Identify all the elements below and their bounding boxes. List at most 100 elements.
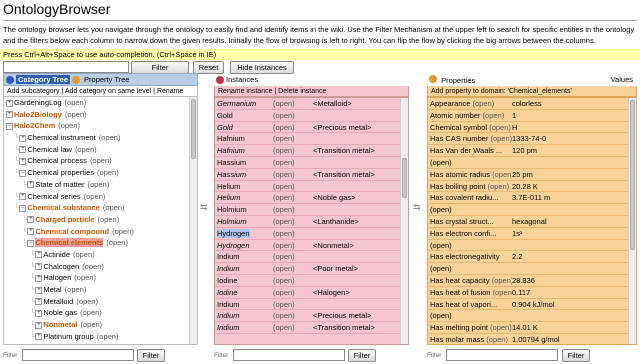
tree-item[interactable]: └ − Chemical properties (open) <box>4 167 197 179</box>
expand-icon[interactable]: + <box>27 228 35 236</box>
expand-icon[interactable]: + <box>19 134 27 142</box>
instance-category-tag[interactable]: <Metalloid> <box>313 98 408 109</box>
tree-actions[interactable]: Add subcategory | Add category on same l… <box>3 86 198 97</box>
tree-item-label[interactable]: Chemical series <box>27 192 80 201</box>
tree-item-label[interactable]: Chemical compound <box>35 227 109 236</box>
instances-scrollbar[interactable] <box>400 98 408 344</box>
tree-item-open-link[interactable]: (open) <box>103 203 125 212</box>
instance-open-link[interactable]: (open) <box>273 310 313 321</box>
property-name-text[interactable]: (open) <box>430 241 452 250</box>
tree-item-open-link[interactable]: (open) <box>65 285 87 294</box>
property-name[interactable]: Has Van der Waals ... <box>428 145 512 156</box>
property-open-link[interactable]: (open) <box>489 123 511 132</box>
instance-name-text[interactable]: Iridium <box>217 311 240 320</box>
tree-item-open-link[interactable]: (open) <box>84 192 106 201</box>
instance-category-tag[interactable]: <Precious metal> <box>313 310 408 321</box>
property-name[interactable]: Has melting point (open) <box>428 322 512 333</box>
tree-item-label[interactable]: Halogen <box>43 273 71 282</box>
instances-scroll-thumb[interactable] <box>402 158 407 198</box>
instance-category-tag[interactable]: <Noble gas> <box>313 192 408 203</box>
tree-item[interactable]: └ + Actinide (open) <box>4 249 197 261</box>
tree-item-label[interactable]: Chemical elements <box>35 238 104 248</box>
property-name[interactable]: Has covalent radiu... <box>428 192 512 203</box>
expand-icon[interactable]: + <box>35 298 43 306</box>
instance-actions[interactable]: Rename instance | Delete instance <box>214 86 409 97</box>
instance-name[interactable]: Germanium <box>215 98 273 109</box>
property-name[interactable]: Chemical symbol (open) <box>428 122 512 133</box>
flip-flow-arrow-icon[interactable]: ⇆ <box>413 202 421 213</box>
instance-open-link[interactable]: (open) <box>273 251 313 262</box>
instance-name[interactable]: Indium <box>215 251 273 262</box>
tree-item-label[interactable]: Noble gas <box>43 308 77 317</box>
instance-name[interactable]: Hafnium <box>215 145 273 156</box>
instance-name[interactable]: Holmium <box>215 216 273 227</box>
tree-item[interactable]: └ + Chemical law (open) <box>4 144 197 156</box>
tree-item[interactable]: └ + Nonmetal (open) <box>4 319 197 331</box>
tree-item[interactable]: + Halo2Biology (open) <box>4 109 197 121</box>
instance-name[interactable]: Indium <box>215 263 273 274</box>
property-name[interactable]: Has atomic radius (open) <box>428 169 512 180</box>
expand-icon[interactable]: + <box>35 251 43 259</box>
instance-open-link[interactable]: (open) <box>273 240 313 251</box>
tree-item-label[interactable]: Halo2Biology <box>14 110 62 119</box>
instance-category-tag[interactable]: <Nonmetal> <box>313 240 408 251</box>
tree-item[interactable]: └ − Chemical substance (open) <box>4 202 197 214</box>
property-name-text[interactable]: Atomic number <box>430 111 480 120</box>
collapse-icon[interactable]: − <box>6 122 13 130</box>
instance-name[interactable]: Helium <box>215 181 273 192</box>
expand-icon[interactable]: + <box>19 157 27 165</box>
property-open-link[interactable]: (open) <box>490 323 512 332</box>
expand-icon[interactable]: + <box>35 286 43 294</box>
instance-name[interactable]: Iodine <box>215 275 273 286</box>
flip-flow-arrow-icon[interactable]: ⇆ <box>200 202 208 213</box>
instance-name-text[interactable]: Indium <box>217 264 240 273</box>
expand-icon[interactable]: + <box>19 146 27 154</box>
property-name-text[interactable]: Has electron confi... <box>430 229 496 238</box>
property-open-link[interactable]: (open) <box>493 288 512 297</box>
instance-category-tag[interactable]: <Transition metal> <box>313 169 408 180</box>
property-open-link[interactable]: (open) <box>488 182 510 191</box>
property-row[interactable]: Has boiling point (open) 20.28 K <box>428 181 636 193</box>
tree-item[interactable]: └ + Chemical series (open) <box>4 191 197 203</box>
tree-item-label[interactable]: Platinum group <box>43 332 93 341</box>
instance-row[interactable]: Gold (open) <Precious metal> <box>215 122 408 134</box>
instance-open-link[interactable]: (open) <box>273 216 313 227</box>
tree-item-open-link[interactable]: (open) <box>65 98 87 107</box>
property-name-text[interactable]: Has melting point <box>430 323 488 332</box>
property-name[interactable]: Has molar mass (open) <box>428 334 512 344</box>
instance-name-text[interactable]: Helium <box>217 182 240 191</box>
instance-name-text[interactable]: Hafnium <box>217 134 245 143</box>
instance-name-text[interactable]: Helium <box>217 193 240 202</box>
property-row[interactable]: Has heat capacity (open) 28.836 <box>428 275 636 287</box>
instance-name[interactable]: Iridium <box>215 299 273 310</box>
instance-name-text[interactable]: Holmium <box>217 217 247 226</box>
instance-name-text[interactable]: Hafnium <box>217 146 245 155</box>
instance-category-tag[interactable] <box>313 157 408 168</box>
instance-row[interactable]: Holmium (open) <box>215 204 408 216</box>
property-actions[interactable]: Add property to domain: 'Chemical_elemen… <box>427 86 637 97</box>
instance-open-link[interactable]: (open) <box>273 263 313 274</box>
instance-row[interactable]: Iodine (open) <Halogen> <box>215 287 408 299</box>
instance-name[interactable]: Iridium <box>215 310 273 321</box>
property-open-link[interactable]: (open) <box>492 170 512 179</box>
tree-item-open-link[interactable]: (open) <box>90 156 112 165</box>
property-name[interactable]: Has electronegativity <box>428 251 512 262</box>
instance-name-text[interactable]: Iridium <box>217 300 240 309</box>
instance-category-tag[interactable] <box>313 275 408 286</box>
properties-scroll-thumb[interactable] <box>630 100 635 250</box>
instance-name-text[interactable]: Iodine <box>217 276 237 285</box>
instance-name[interactable]: Gold <box>215 110 273 121</box>
instance-row[interactable]: Iodine (open) <box>215 275 408 287</box>
property-row[interactable]: Has heat of vapori... 0.904 kJ/mol <box>428 299 636 311</box>
property-name-text[interactable]: Has electronegativity <box>430 252 500 261</box>
property-row[interactable]: (open) <box>428 204 636 216</box>
tree-item-label[interactable]: Chemical instrument <box>27 133 95 142</box>
instance-open-link[interactable]: (open) <box>273 157 313 168</box>
tree-item-open-link[interactable]: (open) <box>106 238 128 247</box>
tab-category-tree[interactable]: Category Tree <box>16 75 71 84</box>
property-name-text[interactable]: Has covalent radiu... <box>430 193 498 202</box>
properties-scrollbar[interactable] <box>628 98 636 344</box>
instance-name-text[interactable]: Hassium <box>217 158 246 167</box>
property-row[interactable]: Has covalent radiu... 3.7E-011 m <box>428 192 636 205</box>
tree-item-label[interactable]: Actinide <box>43 250 70 259</box>
